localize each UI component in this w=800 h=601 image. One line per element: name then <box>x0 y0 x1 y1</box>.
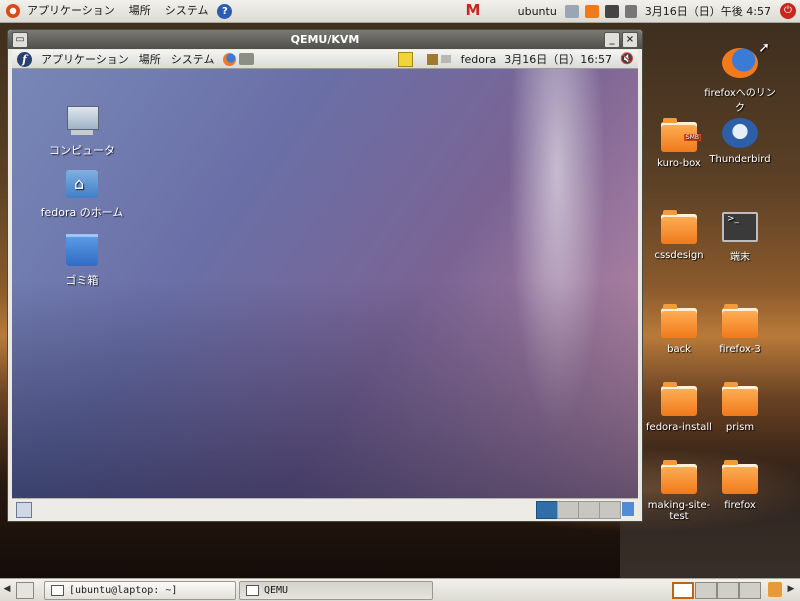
host-workspace-1[interactable] <box>672 582 694 599</box>
guest-icon-computer[interactable]: コンピュータ <box>32 106 132 158</box>
desktop-icon-label: cssdesign <box>654 250 704 261</box>
desktop-icon-terminal[interactable]: >_ 端末 <box>700 212 780 263</box>
guest-wallpaper-shade <box>12 280 638 498</box>
taskbar-item-qemu[interactable]: QEMU <box>239 581 433 600</box>
menu-applications[interactable]: アプリケーション <box>20 0 122 22</box>
host-workspace-2[interactable] <box>695 582 717 599</box>
desktop-icon-firefox-3[interactable]: firefox-3 <box>700 304 780 355</box>
thunderbird-icon <box>722 118 758 148</box>
firefox-link-icon: ➚ <box>722 40 770 78</box>
guest-workspace-3[interactable] <box>578 501 600 519</box>
terminal-icon: >_ <box>722 212 758 242</box>
terminal-window-icon <box>51 585 64 596</box>
folder-icon <box>661 304 697 338</box>
guest-menu-system[interactable]: システム <box>166 51 220 67</box>
guest-top-panel: f アプリケーション 場所 システム fedora 3月16日（日）16:57 … <box>12 50 638 69</box>
notes-icon[interactable] <box>397 51 413 67</box>
desktop-icon-label: kuro-box <box>657 158 701 169</box>
gmail-notifier-icon[interactable]: M <box>465 3 481 18</box>
host-workspace-4[interactable] <box>739 582 761 599</box>
desktop-icon-label: prism <box>725 422 755 433</box>
user-icon[interactable] <box>426 53 438 65</box>
qemu-titlebar[interactable]: ▭ QEMU/KVM _ × <box>8 30 642 49</box>
panel-right-arrow-icon[interactable]: ▶ <box>786 582 796 597</box>
guest-workspace-1[interactable] <box>536 501 558 519</box>
host-trash-icon[interactable] <box>768 582 782 597</box>
show-desktop-button[interactable] <box>16 582 34 599</box>
smb-folder-icon: SMB <box>661 118 701 152</box>
guest-icon-label: コンピュータ <box>49 144 115 157</box>
folder-icon <box>722 460 758 494</box>
folder-icon <box>722 382 758 416</box>
firefox-launcher-icon[interactable] <box>223 52 237 66</box>
desktop-icon-thunderbird[interactable]: Thunderbird <box>700 118 780 165</box>
minimize-button[interactable]: _ <box>604 32 620 48</box>
host-bottom-panel: ◀ [ubuntu@laptop: ~] QEMU ▶ <box>0 578 800 601</box>
menu-places[interactable]: 場所 <box>122 0 158 22</box>
qemu-window[interactable]: ▭ QEMU/KVM _ × f アプリケーション 場所 システム fedora… <box>7 29 643 522</box>
desktop-icon-prism[interactable]: prism <box>700 382 780 433</box>
home-folder-icon <box>66 170 98 198</box>
guest-clock[interactable]: 3月16日（日）16:57 <box>500 51 616 67</box>
guest-icon-home[interactable]: fedora のホーム <box>32 170 132 220</box>
qemu-window-icon <box>246 585 259 596</box>
desktop-icon-label: Thunderbird <box>709 154 771 165</box>
folder-icon <box>722 304 758 338</box>
network-icon[interactable] <box>440 55 451 63</box>
host-clock[interactable]: 3月16日（日）午後 4:57 <box>640 3 776 19</box>
guest-menu-applications[interactable]: アプリケーション <box>36 51 134 67</box>
desktop-icon-label: firefox <box>724 500 756 511</box>
desktop-icon-label: back <box>667 344 691 355</box>
ubuntu-logo-icon[interactable] <box>6 4 20 18</box>
taskbar-item-label: QEMU <box>264 585 289 596</box>
taskbar-item-terminal[interactable]: [ubuntu@laptop: ~] <box>44 581 236 600</box>
host-system-tray: ubuntu 3月16日（日）午後 4:57 ⏻ <box>513 0 800 22</box>
computer-icon <box>65 106 99 136</box>
close-button[interactable]: × <box>622 32 638 48</box>
window-title: QEMU/KVM <box>290 33 360 46</box>
fedora-logo-icon[interactable]: f <box>17 51 32 67</box>
update-notifier-icon[interactable] <box>584 4 599 18</box>
desktop-icon-label: firefoxへのリンク <box>704 88 776 114</box>
host-workspace-3[interactable] <box>717 582 739 599</box>
desktop-icon-firefox-link[interactable]: ➚ firefoxへのリンク <box>700 40 780 114</box>
desktop-icon-firefox[interactable]: firefox <box>700 460 780 511</box>
guest-menu-places[interactable]: 場所 <box>134 51 166 67</box>
show-desktop-icon[interactable] <box>16 502 32 518</box>
desktop-icon-label: firefox-3 <box>719 344 761 355</box>
volume-muted-icon[interactable]: 🔇 <box>620 53 634 65</box>
menu-system[interactable]: システム <box>158 0 216 22</box>
guest-screen[interactable]: f アプリケーション 場所 システム fedora 3月16日（日）16:57 … <box>12 50 638 498</box>
guest-icon-label: fedora のホーム <box>40 206 124 219</box>
help-icon[interactable]: ? <box>217 3 233 19</box>
panel-left-arrow-icon[interactable]: ◀ <box>2 582 12 597</box>
guest-icon-label: ゴミ箱 <box>65 274 99 287</box>
mail-launcher-icon[interactable] <box>239 53 255 65</box>
desktop-icon-label: 端末 <box>730 252 750 263</box>
guest-username[interactable]: fedora <box>457 53 501 66</box>
window-menu-icon[interactable]: ▭ <box>12 32 28 48</box>
guest-tray: fedora 3月16日（日）16:57 🔇 <box>397 50 634 68</box>
volume-icon[interactable] <box>624 4 637 18</box>
folder-icon <box>661 382 697 416</box>
guest-icon-trash[interactable]: ゴミ箱 <box>32 234 132 288</box>
guest-trash-applet-icon[interactable] <box>622 502 634 516</box>
guest-bottom-panel <box>12 498 638 521</box>
monitor-icon[interactable] <box>604 4 619 18</box>
taskbar-item-label: [ubuntu@laptop: ~] <box>69 585 178 596</box>
folder-icon <box>661 210 697 244</box>
trash-icon <box>66 234 98 266</box>
host-username[interactable]: ubuntu <box>513 5 562 18</box>
guest-workspace-2[interactable] <box>557 501 579 519</box>
network-icon[interactable] <box>564 4 579 18</box>
folder-icon <box>661 460 697 494</box>
power-icon[interactable]: ⏻ <box>780 3 796 19</box>
guest-workspace-4[interactable] <box>599 501 621 519</box>
